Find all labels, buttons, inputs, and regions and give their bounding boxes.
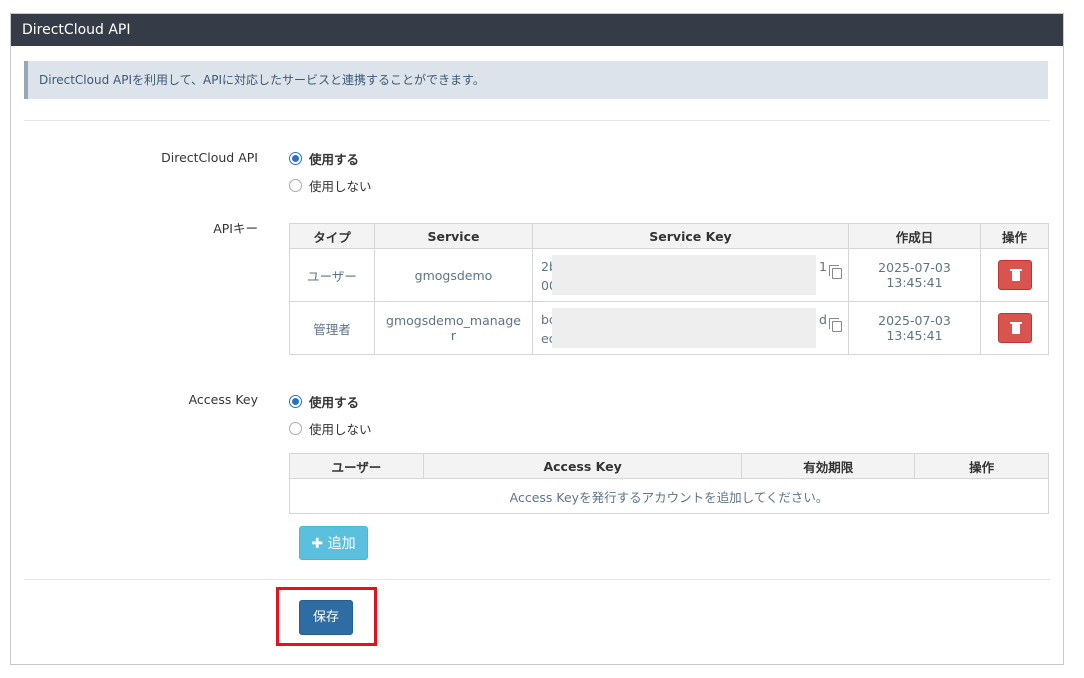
api-key-label: APIキー [213, 221, 258, 236]
service-cell: gmogsdemo_manage r [374, 301, 533, 355]
api-key-table: タイプ Service Service Key 作成日 操作 ユーザー gmog… [289, 223, 1049, 355]
type-cell: 管理者 [289, 301, 375, 355]
delete-button[interactable] [997, 313, 1032, 343]
service-text: r [450, 328, 457, 343]
service-key-end: 1 [819, 259, 827, 274]
service-cell: gmogsdemo [374, 248, 533, 302]
copy-icon[interactable] [829, 265, 842, 279]
directcloud-api-disable-radio[interactable]: 使用しない [289, 176, 372, 195]
divider [24, 579, 1050, 580]
api-settings-panel: DirectCloud API DirectCloud APIを利用して、API… [10, 13, 1064, 665]
access-key-disable-radio[interactable]: 使用しない [289, 419, 372, 438]
access-key-table: ユーザー Access Key 有効期限 操作 Access Keyを発行するア… [289, 453, 1049, 514]
service-key-cell: bc ec d [532, 301, 849, 355]
column-header: Service [374, 223, 533, 249]
column-header: 作成日 [848, 223, 981, 249]
table-row: Access Keyを発行するアカウントを追加してください。 [289, 478, 1049, 514]
type-cell: ユーザー [289, 248, 375, 302]
column-header: 操作 [914, 453, 1049, 479]
column-header: 操作 [980, 223, 1049, 249]
column-header: Service Key [532, 223, 849, 249]
service-key-end: d [819, 312, 827, 327]
service-text: gmogsdemo_manage [386, 313, 521, 328]
column-header: タイプ [289, 223, 375, 249]
action-cell [980, 301, 1049, 355]
access-key-enable-radio[interactable]: 使用する [289, 392, 359, 411]
redacted-key-mask [552, 308, 816, 348]
radio-checked-icon [289, 152, 302, 165]
access-key-label: Access Key [188, 392, 258, 407]
trash-icon-body [1011, 271, 1020, 281]
column-header: ユーザー [289, 453, 424, 479]
delete-button[interactable] [997, 260, 1032, 290]
created-time: 13:45:41 [886, 328, 943, 343]
info-message: DirectCloud APIを利用して、APIに対応したサービスと連携すること… [24, 61, 1048, 99]
radio-label: 使用しない [309, 179, 372, 194]
table-row: ユーザー gmogsdemo 2b 00 1 2025-07-03 13:45:… [289, 248, 1049, 302]
plus-icon: ✚ [311, 536, 324, 552]
service-key-cell: 2b 00 1 [532, 248, 849, 302]
add-button[interactable]: ✚ 追加 [299, 526, 368, 560]
radio-checked-icon [289, 395, 302, 408]
table-row: 管理者 gmogsdemo_manage r bc ec d 2025-07-0… [289, 301, 1049, 355]
radio-label: 使用しない [309, 422, 372, 437]
empty-message: Access Keyを発行するアカウントを追加してください。 [289, 478, 1049, 514]
radio-unchecked-icon [289, 179, 302, 192]
radio-label: 使用する [309, 152, 360, 167]
radio-unchecked-icon [289, 422, 302, 435]
highlight-box [276, 587, 377, 646]
redacted-key-mask [552, 255, 816, 295]
divider [24, 120, 1050, 121]
add-button-label: 追加 [327, 536, 356, 552]
created-time: 13:45:41 [886, 275, 943, 290]
table-header-row: タイプ Service Service Key 作成日 操作 [289, 223, 1049, 249]
action-cell [980, 248, 1049, 302]
copy-icon[interactable] [829, 318, 842, 332]
table-header-row: ユーザー Access Key 有効期限 操作 [289, 453, 1049, 479]
radio-label: 使用する [309, 395, 360, 410]
column-header: Access Key [422, 453, 743, 479]
panel-title: DirectCloud API [11, 14, 1063, 46]
trash-icon-body [1011, 324, 1020, 334]
created-date: 2025-07-03 [878, 260, 951, 275]
directcloud-api-label: DirectCloud API [161, 150, 258, 165]
directcloud-api-enable-radio[interactable]: 使用する [289, 149, 359, 168]
created-date: 2025-07-03 [878, 313, 951, 328]
column-header: 有効期限 [741, 453, 916, 479]
created-cell: 2025-07-03 13:45:41 [848, 248, 981, 302]
created-cell: 2025-07-03 13:45:41 [848, 301, 981, 355]
